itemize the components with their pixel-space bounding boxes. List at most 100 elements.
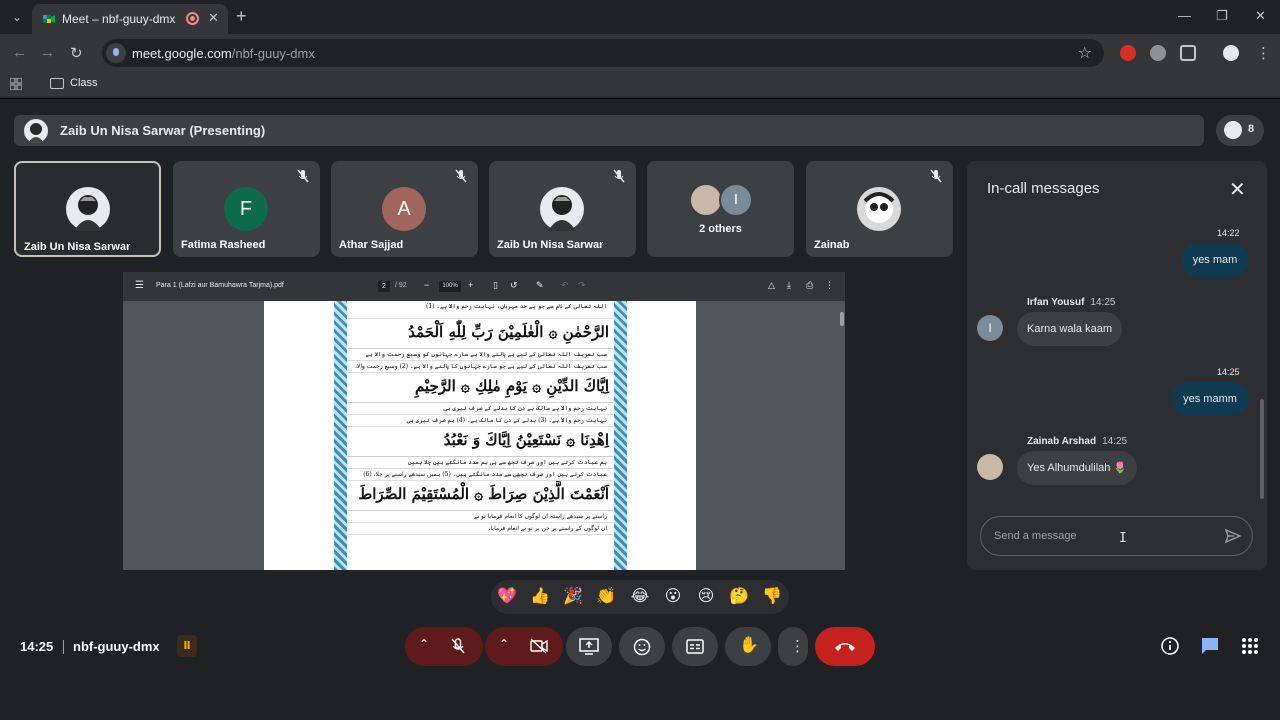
pdf-scrollbar[interactable] (840, 312, 844, 326)
emoji-icon (633, 638, 651, 656)
more-options-button[interactable]: ⋮ (778, 627, 808, 666)
reaction-thumbs-up[interactable]: 👍 (529, 586, 551, 608)
pdf-page-total: / 92 (395, 282, 407, 289)
send-icon[interactable] (1224, 527, 1242, 545)
pdf-more-icon[interactable]: ⋮ (825, 280, 834, 291)
reaction-thinking[interactable]: 🤔 (728, 586, 750, 608)
reload-icon[interactable]: ↻ (70, 44, 83, 62)
video-options-chevron-icon[interactable]: ⌃ (499, 637, 509, 651)
reaction-sad[interactable]: 😢 (695, 586, 717, 608)
close-chat-button[interactable]: ✕ (1229, 177, 1246, 202)
presenter-avatar (24, 119, 48, 143)
close-window-button[interactable]: ✕ (1255, 8, 1266, 24)
captions-button[interactable] (672, 627, 718, 666)
participant-count: 8 (1248, 123, 1255, 135)
tab-title: Meet – nbf-guuy-dmx (62, 12, 176, 26)
translation-line: اللہ تعالیٰ کے نام سے جو بے حد مہربان، ن… (348, 301, 613, 319)
redo-icon[interactable]: ↷ (578, 280, 586, 291)
mic-in-use-icon[interactable] (106, 43, 126, 63)
camera-off-icon[interactable] (529, 637, 549, 655)
extension-red-icon[interactable] (1120, 45, 1136, 61)
translation-line: ہم عبادت کرتے ہیں اور صرف تجھ سے ہی ہم م… (348, 457, 613, 469)
bookmark-folder-class[interactable]: Class (70, 77, 98, 89)
drive-icon[interactable]: △ (768, 280, 775, 291)
activities-grid-icon[interactable] (1240, 636, 1260, 656)
message-time: 14:25 (1090, 297, 1116, 308)
participant-avatar (540, 187, 584, 231)
participant-avatar: F (224, 187, 268, 231)
annotate-icon[interactable]: ✎ (536, 280, 544, 291)
reaction-clap[interactable]: 👏 (595, 586, 617, 608)
minimize-button[interactable]: — (1178, 8, 1191, 23)
undo-icon[interactable]: ↶ (561, 280, 569, 291)
zoom-in-icon[interactable]: + (468, 280, 473, 290)
present-screen-button[interactable] (566, 627, 612, 666)
url-host: meet.google.com/nbf-guuy-dmx (132, 46, 315, 61)
back-icon[interactable]: ← (12, 44, 27, 61)
mic-off-icon[interactable] (449, 637, 467, 655)
raise-hand-icon: ✋ (739, 637, 759, 654)
restore-button[interactable]: ❐ (1216, 8, 1228, 24)
rotate-icon[interactable]: ↺ (510, 280, 518, 291)
participant-tile[interactable]: Zainab (806, 161, 953, 257)
extensions-puzzle-icon[interactable] (1180, 45, 1196, 61)
pdf-zoom-level[interactable]: 100% (439, 281, 461, 292)
profile-avatar[interactable] (1223, 45, 1239, 61)
forward-icon[interactable]: → (40, 44, 55, 61)
reaction-thumbs-down[interactable]: 👎 (761, 586, 783, 608)
extension-glasses-icon[interactable] (1150, 45, 1166, 61)
participant-tile[interactable]: F Fatima Rasheed (173, 161, 320, 257)
raise-hand-button[interactable]: ✋ (725, 627, 771, 666)
bookmarks-bar: Class (0, 72, 1280, 98)
translation-line: نہایت رحم والا ہے۔ (3) بدلے کے دن کا مال… (348, 415, 613, 427)
fit-page-icon[interactable]: ▯ (493, 280, 498, 291)
browser-tab[interactable]: Meet – nbf-guuy-dmx ✕ (32, 4, 228, 34)
address-bar[interactable]: meet.google.com/nbf-guuy-dmx ☆ (102, 39, 1104, 67)
participant-tile[interactable]: A Athar Sajjad (331, 161, 478, 257)
pdf-toolbar: ☰ Para 1 (Lafzi aur Bamuhawra Tarjma).pd… (123, 272, 845, 301)
outgoing-message: yes mamm (1171, 382, 1249, 416)
tab-search-icon[interactable]: ⌄ (8, 8, 26, 26)
participant-tile[interactable]: Zaib Un Nisa Sarwar (489, 161, 636, 257)
pdf-page-view[interactable]: اللہ تعالیٰ کے نام سے جو بے حد مہربان، ن… (264, 301, 696, 570)
new-tab-button[interactable]: + (236, 6, 247, 27)
message-sender: Zainab Arshad 14:25 (1027, 436, 1128, 447)
host-controls-icon[interactable]: Ⅱ (177, 635, 197, 657)
zoom-out-icon[interactable]: − (424, 280, 429, 290)
participants-button[interactable]: 8 (1216, 115, 1264, 146)
chat-input[interactable]: Send a message I (980, 516, 1253, 556)
browser-menu-icon[interactable]: ⋮ (1256, 44, 1271, 62)
chat-icon[interactable] (1200, 636, 1220, 656)
meet-favicon-icon (43, 15, 55, 23)
reaction-surprised[interactable]: 😮 (662, 586, 684, 608)
translation-line: سب تعریف اللہ تعالیٰ کے لیے ہے پالنے وال… (348, 349, 613, 361)
reaction-heart[interactable]: 💖 (496, 586, 518, 608)
reaction-laugh[interactable]: 😂 (629, 586, 651, 608)
pdf-menu-icon[interactable]: ☰ (135, 280, 144, 291)
quran-page-content: اللہ تعالیٰ کے نام سے جو بے حد مہربان، ن… (348, 301, 613, 570)
mic-off-icon (930, 169, 942, 183)
participant-tile[interactable]: Zaib Un Nisa Sarwar (14, 161, 161, 257)
page-border-decoration (614, 301, 627, 570)
arabic-verse-line: اَنْعَمْتَ الَّذِيْنَ صِرَاطَ ۞ الْمُسْت… (348, 481, 613, 511)
translation-line: نہایت رحم والا ہے مالک ہے دن کا بدلے کے … (348, 403, 613, 415)
reactions-button[interactable] (619, 627, 665, 666)
meeting-clock: 14:25 (20, 639, 54, 654)
outgoing-message: yes mam (1181, 243, 1249, 277)
audio-options-chevron-icon[interactable]: ⌃ (419, 637, 429, 651)
print-icon[interactable]: ⎙ (806, 280, 813, 291)
captions-icon (686, 639, 704, 654)
pdf-page-input[interactable]: 2 (378, 281, 390, 292)
others-tile[interactable]: I 2 others (647, 161, 794, 257)
reaction-party[interactable]: 🎉 (562, 586, 584, 608)
meeting-info-icon[interactable] (1160, 636, 1180, 656)
download-icon[interactable]: ⤓ (787, 280, 791, 291)
message-sender: Irfan Yousuf 14:25 (1027, 297, 1116, 308)
tab-close-icon[interactable]: ✕ (208, 10, 219, 26)
chat-scrollbar[interactable] (1260, 399, 1264, 499)
chat-input-placeholder: Send a message (994, 530, 1077, 542)
leave-call-button[interactable] (815, 627, 875, 666)
apps-grid-icon[interactable] (10, 78, 22, 90)
bookmark-star-icon[interactable]: ☆ (1078, 43, 1092, 63)
url-path: /nbf-guuy-dmx (231, 46, 315, 61)
